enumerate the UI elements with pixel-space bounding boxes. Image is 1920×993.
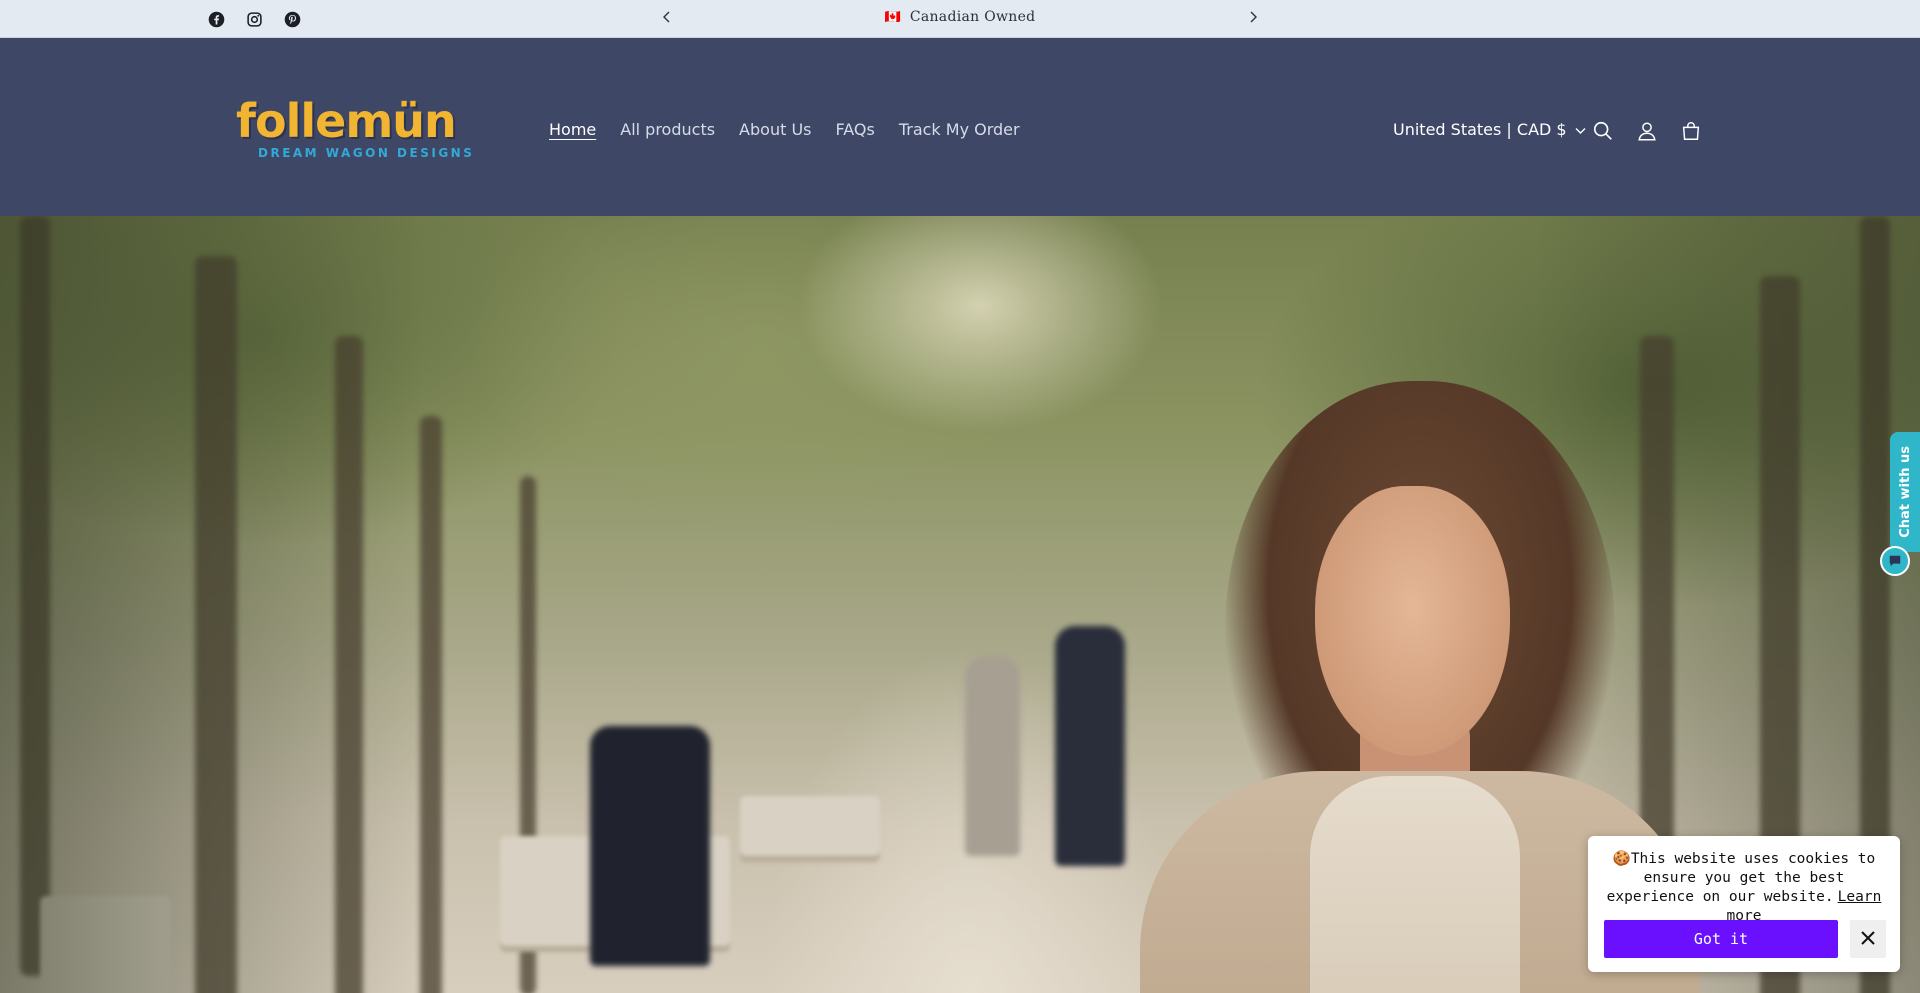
chevron-right-icon: [1248, 10, 1258, 28]
chat-tab[interactable]: Chat with us: [1890, 432, 1920, 552]
instagram-icon[interactable]: [243, 8, 265, 30]
cookie-message: 🍪This website uses cookies to ensure you…: [1600, 850, 1888, 926]
woman-face: [1315, 486, 1510, 756]
facebook-icon[interactable]: [205, 8, 227, 30]
nav-home[interactable]: Home: [549, 120, 596, 139]
site-header: follemün DREAM WAGON DESIGNS Home All pr…: [0, 38, 1920, 216]
nav-track-my-order[interactable]: Track My Order: [899, 120, 1020, 139]
cart-icon[interactable]: [1677, 117, 1705, 145]
cookie-icon: 🍪: [1612, 851, 1631, 867]
chat-tab-label: Chat with us: [1897, 446, 1913, 538]
chat-bubble-icon[interactable]: [1880, 546, 1910, 576]
cookie-close-button[interactable]: [1850, 920, 1886, 958]
announcement-bar: 🇨🇦 Canadian Owned: [0, 0, 1920, 38]
chevron-left-icon: [662, 10, 672, 28]
woman-sweater: [1310, 776, 1520, 993]
close-icon: [1861, 930, 1875, 948]
cookie-text: This website uses cookies to ensure you …: [1606, 851, 1876, 905]
cookie-accept-button[interactable]: Got it: [1604, 920, 1838, 958]
search-icon[interactable]: [1589, 117, 1617, 145]
social-links: [205, 8, 303, 30]
logo[interactable]: follemün DREAM WAGON DESIGNS: [236, 98, 476, 174]
pinterest-icon[interactable]: [281, 8, 303, 30]
main-nav: Home All products About Us FAQs Track My…: [549, 120, 1020, 139]
nav-all-products[interactable]: All products: [620, 120, 715, 139]
logo-subtitle: DREAM WAGON DESIGNS: [258, 146, 475, 160]
nav-about-us[interactable]: About Us: [739, 120, 811, 139]
announcement-text: Canadian Owned: [909, 9, 1036, 25]
announcement-next-button[interactable]: [1241, 7, 1265, 31]
cookie-banner: 🍪This website uses cookies to ensure you…: [1588, 836, 1900, 972]
logo-wordmark: follemün: [236, 94, 457, 148]
country-selector-label: United States | CAD $: [1393, 120, 1567, 139]
country-selector[interactable]: United States | CAD $: [1393, 120, 1586, 139]
account-icon[interactable]: [1633, 117, 1661, 145]
canada-flag-icon: 🇨🇦: [884, 10, 902, 25]
nav-faqs[interactable]: FAQs: [835, 120, 874, 139]
announcement-prev-button[interactable]: [655, 7, 679, 31]
announcement-message: 🇨🇦 Canadian Owned: [700, 9, 1220, 25]
chevron-down-icon: [1575, 120, 1586, 139]
